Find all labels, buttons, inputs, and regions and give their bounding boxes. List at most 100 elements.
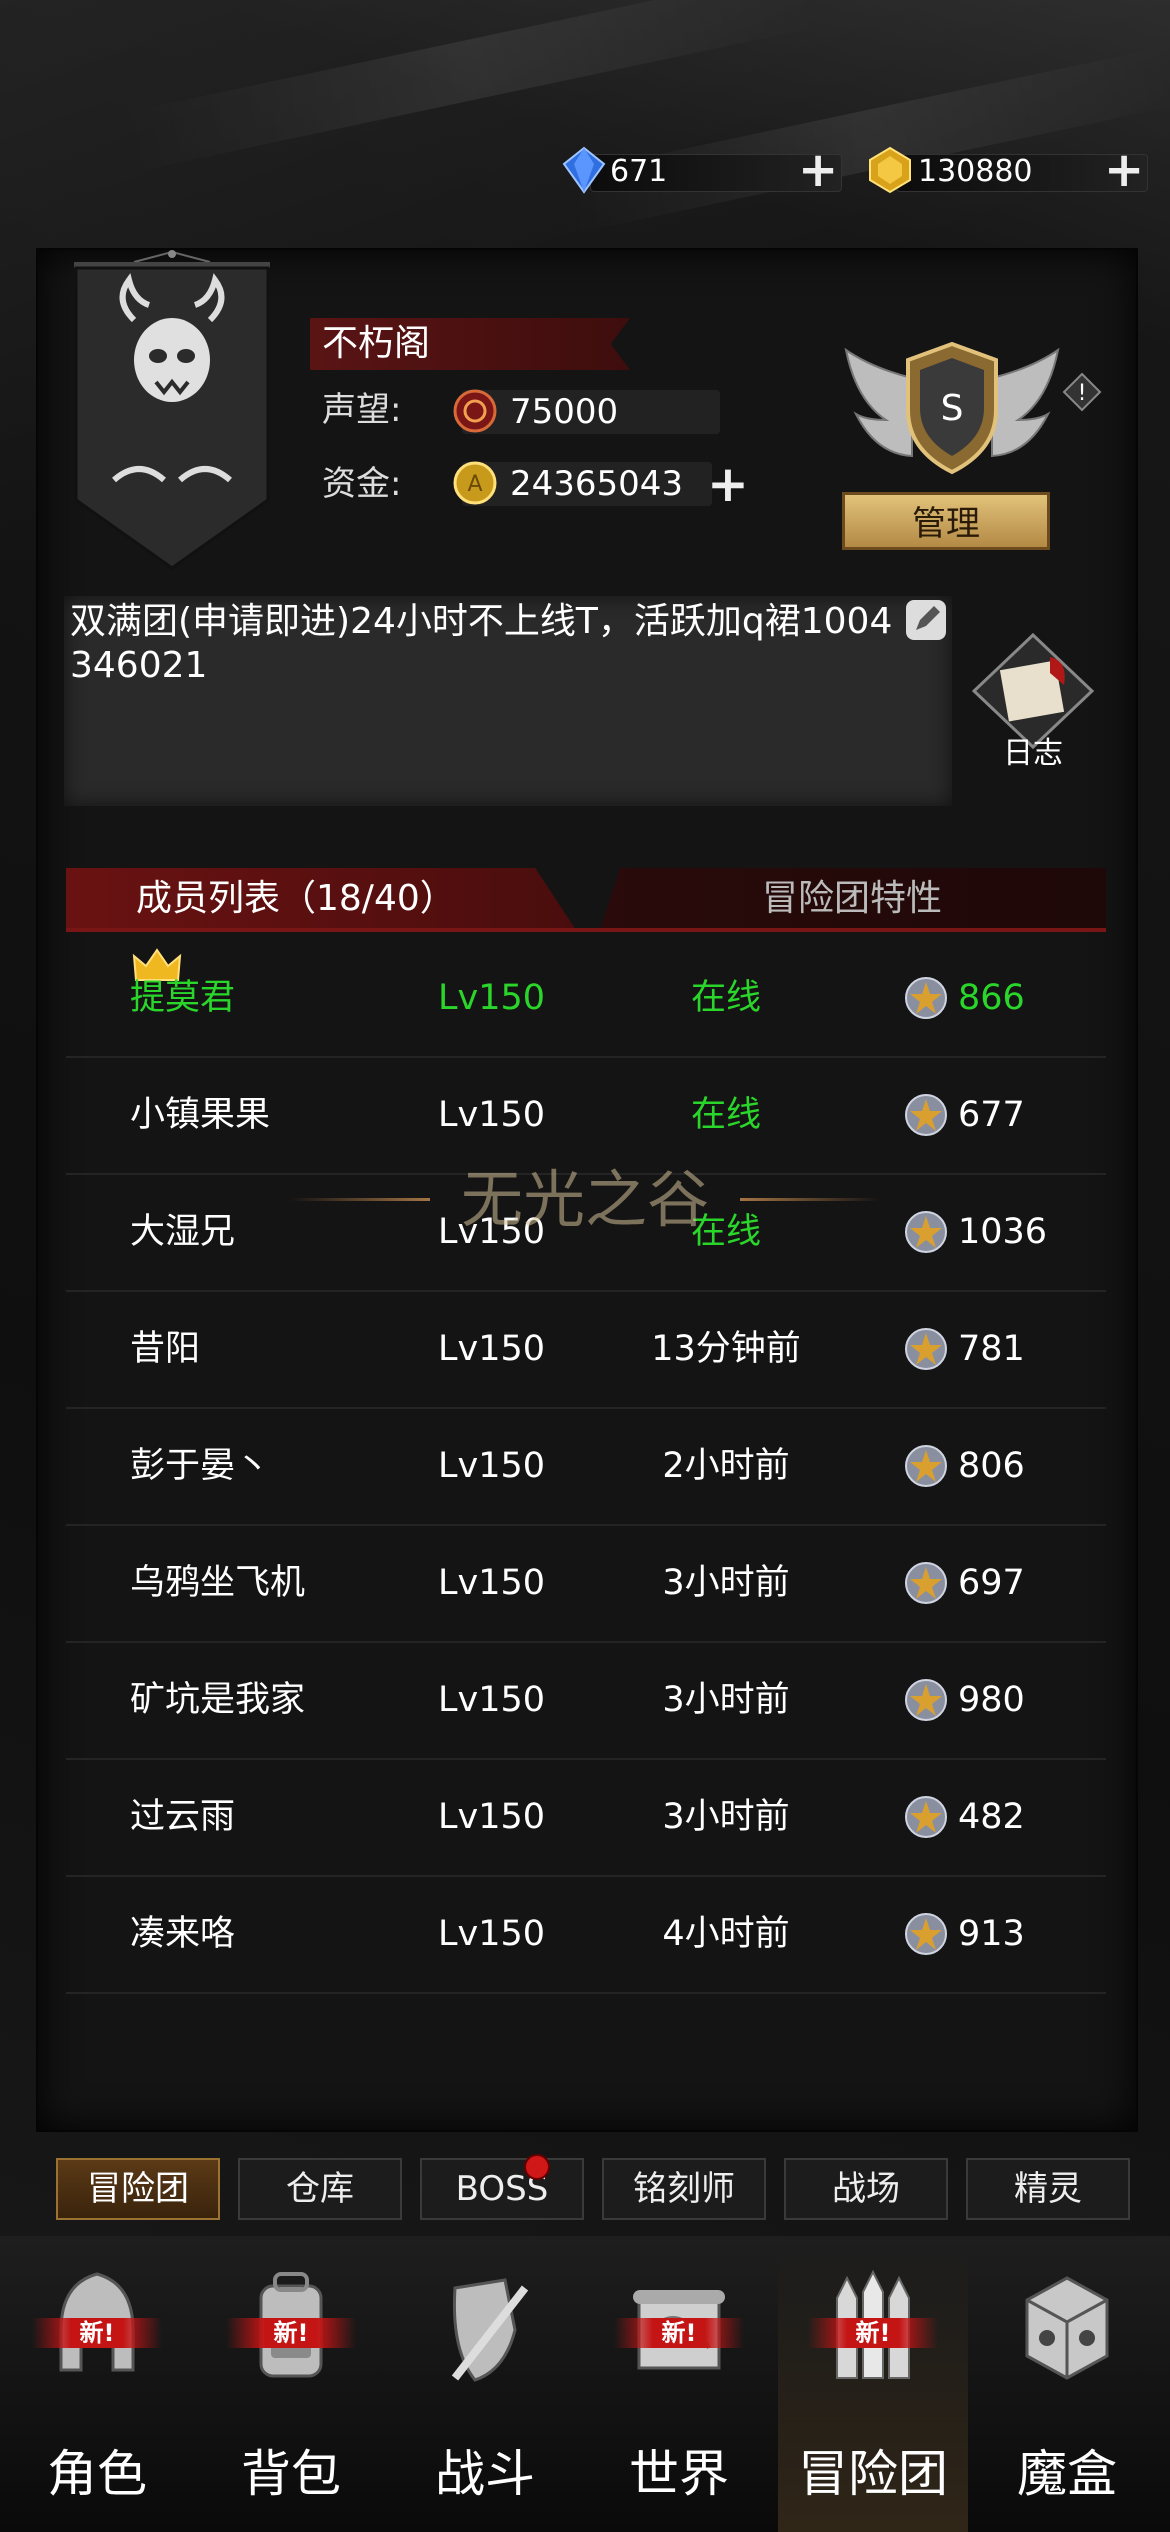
nav-character[interactable]: 新! 角色 (2, 2256, 192, 2532)
member-status: 3小时前 (662, 1680, 790, 1720)
tab-traits-label: 冒险团特性 (762, 878, 943, 919)
info-icon[interactable]: ! (1062, 372, 1102, 412)
contribution-star-icon (905, 1211, 947, 1253)
member-status: 3小时前 (662, 1563, 790, 1603)
member-status: 4小时前 (662, 1914, 790, 1954)
member-points: 781 (958, 1329, 1025, 1369)
member-points: 677 (958, 1095, 1025, 1135)
contribution-star-icon (905, 1328, 947, 1370)
gold-amount: 130880 (918, 154, 1033, 189)
member-row[interactable]: 彭于晏丶 Lv150 2小时前 806 (66, 1408, 1106, 1526)
member-level: Lv150 (438, 1446, 546, 1486)
magic-cube-icon (1025, 2276, 1109, 2380)
member-level: Lv150 (438, 1680, 546, 1720)
member-row[interactable]: 小镇果果 Lv150 在线 677 (66, 1057, 1106, 1175)
member-level: Lv150 (438, 1797, 546, 1837)
member-level: Lv150 (438, 1329, 546, 1369)
svg-text:A: A (467, 472, 482, 497)
member-points: 980 (958, 1680, 1025, 1720)
guild-name: 不朽阁 (322, 323, 431, 364)
member-name: 凑来咯 (130, 1914, 236, 1954)
member-row[interactable]: 乌鸦坐飞机 Lv150 3小时前 697 (66, 1525, 1106, 1643)
nav-guild-label: 冒险团 (798, 2445, 948, 2503)
member-status: 13分钟前 (651, 1329, 801, 1369)
member-points: 1036 (958, 1212, 1048, 1252)
watermark: 无光之谷 (460, 1163, 709, 1236)
add-funds-button[interactable]: + (706, 459, 750, 509)
member-level: Lv150 (438, 1095, 546, 1135)
guild-banner-icon (74, 250, 270, 570)
member-points: 866 (958, 978, 1025, 1018)
guild-rank: S (941, 388, 964, 429)
manage-button[interactable]: 管理 (842, 492, 1050, 550)
member-level: Lv150 (438, 978, 546, 1018)
edit-notice-icon[interactable] (904, 598, 948, 642)
subnav-warehouse[interactable]: 仓库 (238, 2158, 402, 2220)
member-points: 806 (958, 1446, 1025, 1486)
funds-label: 资金: (322, 464, 402, 504)
nav-battle[interactable]: 战斗 (390, 2256, 580, 2532)
add-gold-button[interactable]: + (1104, 146, 1144, 194)
member-level: Lv150 (438, 1563, 546, 1603)
contribution-star-icon (905, 977, 947, 1019)
gold-currency: 130880 + (866, 146, 1148, 194)
member-status: 2小时前 (662, 1446, 790, 1486)
subnav-boss[interactable]: BOSS (420, 2158, 584, 2220)
nav-world-label: 世界 (629, 2445, 729, 2503)
member-name: 大湿兄 (130, 1212, 236, 1252)
member-name: 小镇果果 (130, 1095, 271, 1135)
guild-notice-text: 双满团(申请即进)24小时不上线T，活跃加q裙1004346021 (70, 601, 893, 686)
member-level: Lv150 (438, 1914, 546, 1954)
member-name: 乌鸦坐飞机 (130, 1563, 306, 1603)
contribution-star-icon (905, 1796, 947, 1838)
svg-text:!: ! (1078, 381, 1087, 406)
tab-members-label: 成员列表（18/40） (136, 878, 456, 919)
nav-backpack-label: 背包 (241, 2445, 341, 2503)
contribution-star-icon (905, 1094, 947, 1136)
new-badge: 新! (614, 2318, 744, 2348)
diamond-currency: 671 + (560, 146, 842, 194)
subnav-engraver[interactable]: 铭刻师 (602, 2158, 766, 2220)
reputation-icon (453, 389, 497, 433)
notification-dot (524, 2154, 550, 2180)
reputation-value: 75000 (510, 392, 619, 432)
member-row[interactable]: 矿坑是我家 Lv150 3小时前 980 (66, 1642, 1106, 1760)
member-name: 彭于晏丶 (130, 1446, 271, 1486)
contribution-star-icon (905, 1913, 947, 1955)
nav-world[interactable]: 新! 世界 (584, 2256, 774, 2532)
log-label: 日志 (1003, 736, 1063, 771)
member-points: 697 (958, 1563, 1025, 1603)
member-row[interactable]: 凑来咯 Lv150 4小时前 913 (66, 1876, 1106, 1994)
new-badge: 新! (32, 2318, 162, 2348)
member-name: 矿坑是我家 (130, 1680, 306, 1720)
member-status: 在线 (690, 978, 761, 1018)
add-diamonds-button[interactable]: + (798, 146, 838, 194)
nav-magic-box[interactable]: 魔盒 (972, 2256, 1162, 2532)
member-name: 提莫君 (130, 978, 236, 1018)
member-status: 在线 (690, 1095, 761, 1135)
member-points: 482 (958, 1797, 1025, 1837)
gold-crystal-icon (869, 146, 911, 194)
member-row[interactable]: 昔阳 Lv150 13分钟前 781 (66, 1291, 1106, 1409)
subnav-guild[interactable]: 冒险团 (56, 2158, 220, 2220)
funds-coin-icon: A (453, 461, 497, 505)
sword-shield-icon (451, 2278, 529, 2382)
nav-guild[interactable]: 新! 冒险团 (778, 2256, 968, 2532)
member-status: 3小时前 (662, 1797, 790, 1837)
diamond-amount: 671 (610, 154, 668, 189)
member-name: 过云雨 (130, 1797, 236, 1837)
new-badge: 新! (226, 2318, 356, 2348)
guild-rank-emblem-icon: S (844, 341, 1060, 475)
member-row[interactable]: 过云雨 Lv150 3小时前 482 (66, 1759, 1106, 1877)
contribution-star-icon (905, 1679, 947, 1721)
member-name: 昔阳 (130, 1329, 201, 1369)
diamond-icon (562, 146, 606, 194)
reputation-label: 声望: (322, 390, 402, 430)
subnav-battlefield[interactable]: 战场 (784, 2158, 948, 2220)
member-row-leader[interactable]: 提莫君 Lv150 在线 866 (66, 940, 1106, 1058)
nav-battle-label: 战斗 (435, 2445, 535, 2503)
funds-value: 24365043 (510, 464, 684, 504)
nav-backpack[interactable]: 新! 背包 (196, 2256, 386, 2532)
new-badge: 新! (808, 2318, 938, 2348)
subnav-spirit[interactable]: 精灵 (966, 2158, 1130, 2220)
